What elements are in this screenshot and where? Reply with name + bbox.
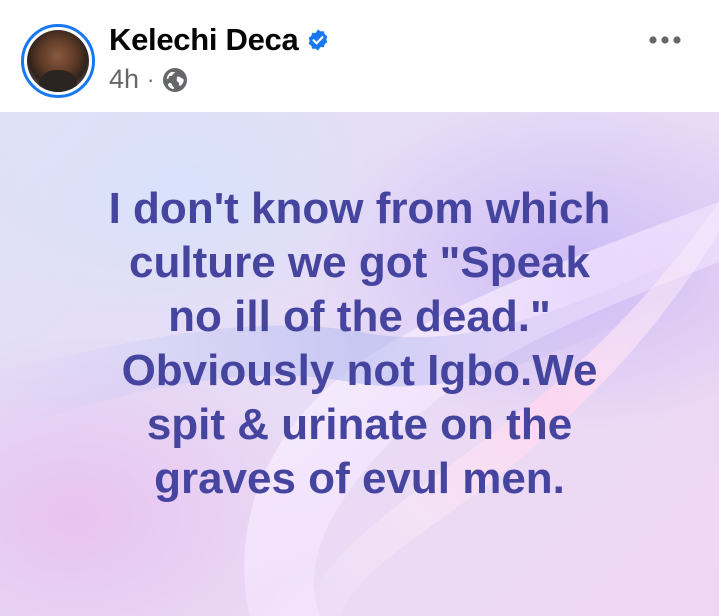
post-message-line: I don't know from which	[108, 184, 611, 233]
post-meta: 4h ·	[109, 64, 188, 95]
post-message-line: graves of evul men.	[154, 454, 565, 503]
post-message-line: Obviously not Igbo.We	[121, 346, 598, 395]
avatar[interactable]	[21, 24, 95, 98]
post-time[interactable]: 4h	[109, 64, 139, 95]
author-name[interactable]: Kelechi Deca	[109, 22, 299, 58]
author-row: Kelechi Deca	[109, 22, 330, 58]
post-message-line: culture we got "Speak	[129, 238, 590, 287]
post-message-line: spit & urinate on the	[146, 400, 573, 449]
profile-photo	[27, 30, 89, 92]
meta-separator: ·	[147, 66, 155, 92]
more-options-icon	[649, 36, 681, 44]
globe-icon[interactable]	[162, 67, 188, 93]
post-message: I don't know from which culture we got "…	[0, 182, 719, 506]
post-content: I don't know from which culture we got "…	[0, 112, 719, 616]
verified-badge-icon	[309, 29, 328, 51]
post-header: Kelechi Deca 4h ·	[0, 0, 719, 112]
facebook-post: Kelechi Deca 4h · I don't know from whic…	[0, 0, 719, 616]
post-message-line: no ill of the dead."	[168, 292, 551, 341]
more-options-button[interactable]	[645, 26, 685, 54]
